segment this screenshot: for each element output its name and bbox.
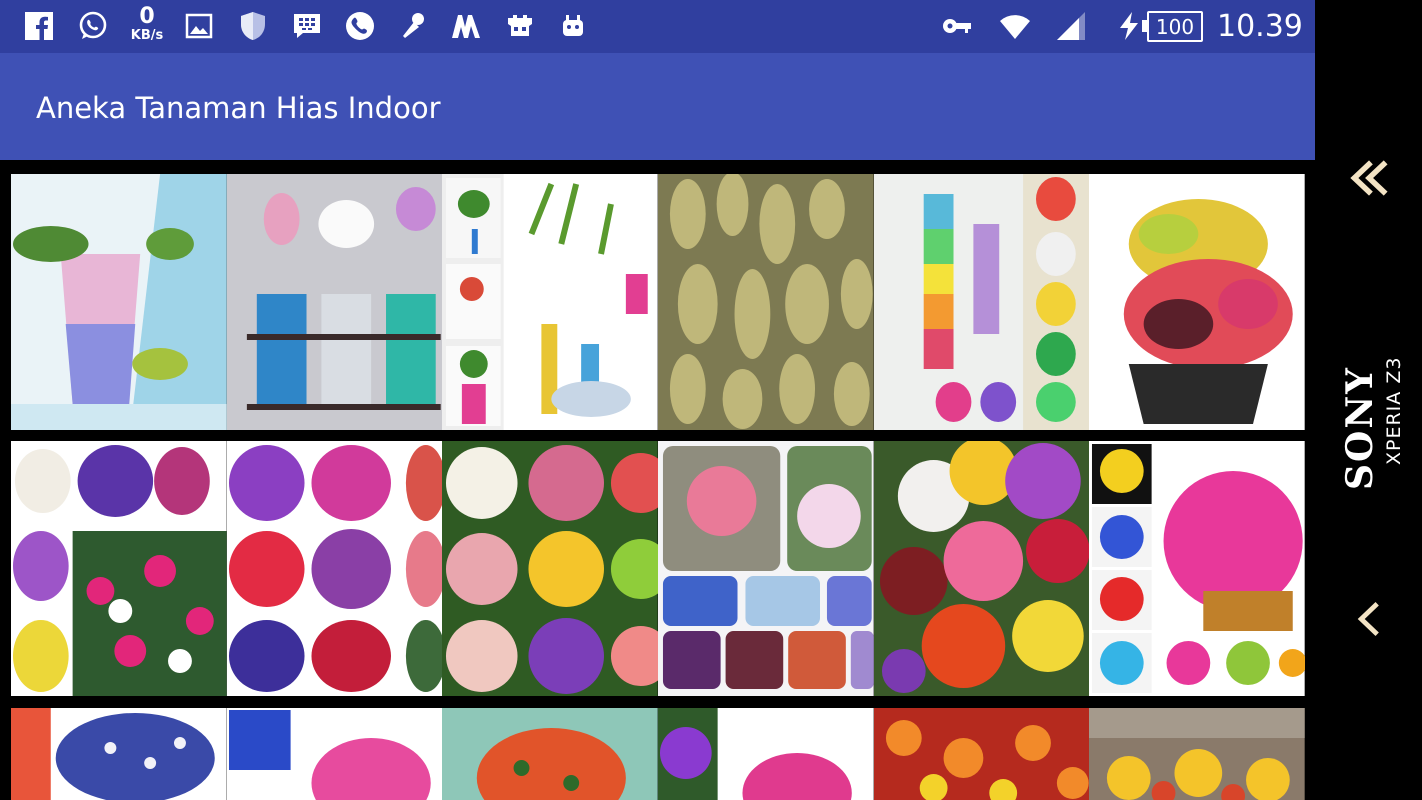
grid-image-cineraria-collage[interactable]	[11, 708, 227, 800]
grid-image-impatiens-basket[interactable]	[442, 708, 659, 800]
grid-image-petunia-collage[interactable]	[11, 441, 227, 696]
facebook-icon	[22, 8, 56, 44]
grid-image-zinnia-field[interactable]	[873, 708, 1090, 800]
gallery-icon	[182, 8, 216, 44]
page-title: Aneka Tanaman Hias Indoor	[36, 91, 441, 125]
app-screen: 0 KB/s 100 10.39 Aneka Tanaman Hias Indo…	[0, 0, 1315, 800]
chevron-left-icon[interactable]	[1345, 594, 1395, 644]
app-bar: Aneka Tanaman Hias Indoor	[0, 53, 1315, 160]
net-speed-unit: KB/s	[130, 28, 164, 43]
phone-icon	[343, 8, 377, 44]
microphone-icon	[396, 8, 430, 44]
model-name: XPERIA Z3	[1383, 356, 1405, 465]
clock: 10.39	[1217, 9, 1303, 44]
game-icon	[503, 8, 537, 44]
grid-image-rainbow-bead-vases[interactable]	[873, 174, 1090, 430]
grid-image-primrose-bed[interactable]	[1089, 708, 1306, 800]
grid-row	[11, 441, 1306, 696]
signal-icon	[1054, 8, 1088, 44]
grid-image-purple-pink-flowers[interactable]	[658, 708, 874, 800]
grid-image-water-beads-vase[interactable]	[11, 174, 227, 430]
grid-image-columbine-collage[interactable]	[658, 441, 874, 696]
grid-image-croton-plant[interactable]	[1089, 174, 1306, 430]
m-logo-icon	[449, 8, 483, 44]
net-speed-value: 0	[139, 4, 155, 29]
charging-icon	[1112, 8, 1146, 44]
battery-icon: 100	[1142, 11, 1203, 42]
vpn-key-icon	[940, 8, 974, 44]
brand-logo: SONY	[1339, 366, 1381, 490]
status-bar: 0 KB/s 100 10.39	[0, 0, 1315, 53]
grid-row	[11, 708, 1306, 800]
double-chevron-left-icon[interactable]	[1345, 153, 1395, 203]
grid-image-pink-flower-pot[interactable]	[226, 708, 443, 800]
bbm-icon	[290, 8, 324, 44]
android-icon	[556, 8, 590, 44]
wifi-icon	[998, 8, 1032, 44]
grid-image-zinnia-collage[interactable]	[442, 441, 659, 696]
grid-image-cactus[interactable]	[658, 174, 874, 430]
net-speed: 0 KB/s	[124, 6, 170, 44]
grid-image-tulip-bead-vases[interactable]	[226, 174, 443, 430]
whatsapp-icon	[76, 8, 110, 44]
grid-image-orchid-collage[interactable]	[1089, 441, 1306, 696]
shield-icon	[236, 8, 270, 44]
grid-row	[11, 174, 1306, 430]
device-branding: SONY XPERIA Z3	[1339, 310, 1409, 490]
grid-image-bamboo-bead-vases[interactable]	[442, 174, 659, 430]
grid-image-dahlia-bouquet[interactable]	[873, 441, 1090, 696]
grid-image-carnation-collage[interactable]	[226, 441, 443, 696]
battery-level: 100	[1147, 11, 1203, 42]
